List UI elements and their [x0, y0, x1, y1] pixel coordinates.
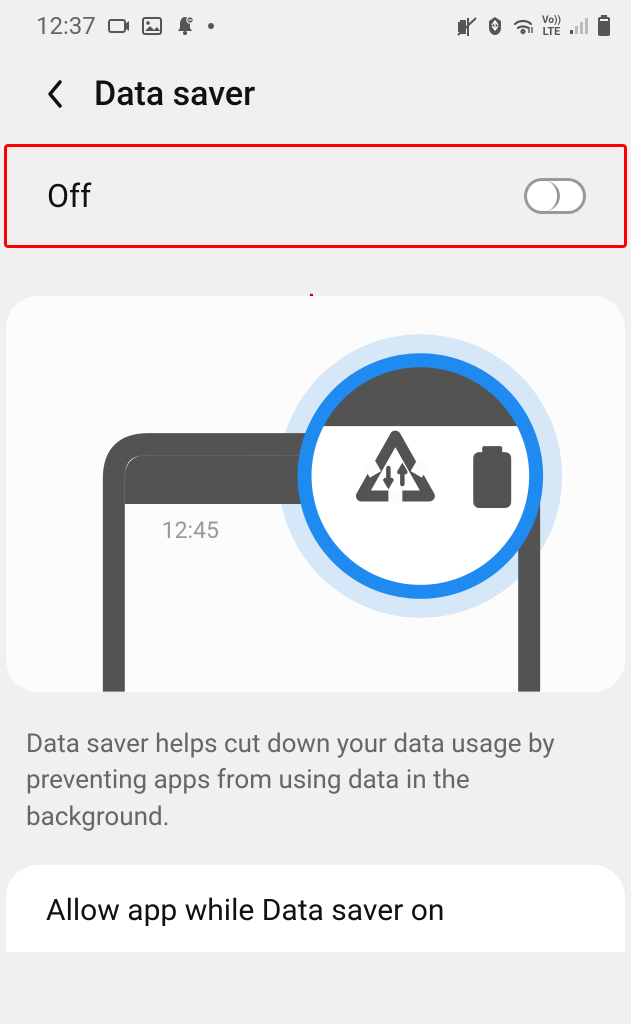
wifi-icon: [512, 17, 534, 35]
status-time: 12:37: [36, 12, 96, 40]
signal-icon: [569, 17, 589, 35]
status-bar: 12:37 Vo))LTE: [0, 0, 631, 48]
volte-icon: Vo))LTE: [542, 16, 561, 37]
vibrate-icon: [456, 16, 478, 36]
data-saver-toggle-row[interactable]: Off: [7, 147, 624, 245]
dnd-bell-icon: [174, 15, 196, 37]
toggle-state-label: Off: [47, 177, 91, 215]
toggle-card-highlight: Off: [4, 144, 627, 248]
page-title: Data saver: [94, 74, 255, 114]
status-right: Vo))LTE: [456, 15, 611, 37]
more-notifications-dot: [208, 23, 214, 29]
voicemail-icon: [108, 18, 130, 34]
illustration-time: 12:45: [162, 517, 219, 544]
image-icon: [142, 17, 162, 35]
data-saver-toggle[interactable]: [524, 178, 586, 214]
battery-icon: [597, 15, 611, 37]
chevron-left-icon: [44, 78, 64, 110]
allow-app-row[interactable]: Allow app while Data saver on: [6, 865, 625, 952]
status-left: 12:37: [36, 12, 214, 40]
description-text: Data saver helps cut down your data usag…: [0, 692, 631, 865]
allow-app-label: Allow app while Data saver on: [46, 893, 444, 928]
illustration-card: 12:45: [6, 296, 625, 692]
back-button[interactable]: [36, 70, 72, 118]
illustration: 12:45: [6, 296, 625, 692]
data-saver-status-icon: [486, 16, 504, 36]
page-header: Data saver: [0, 48, 631, 144]
